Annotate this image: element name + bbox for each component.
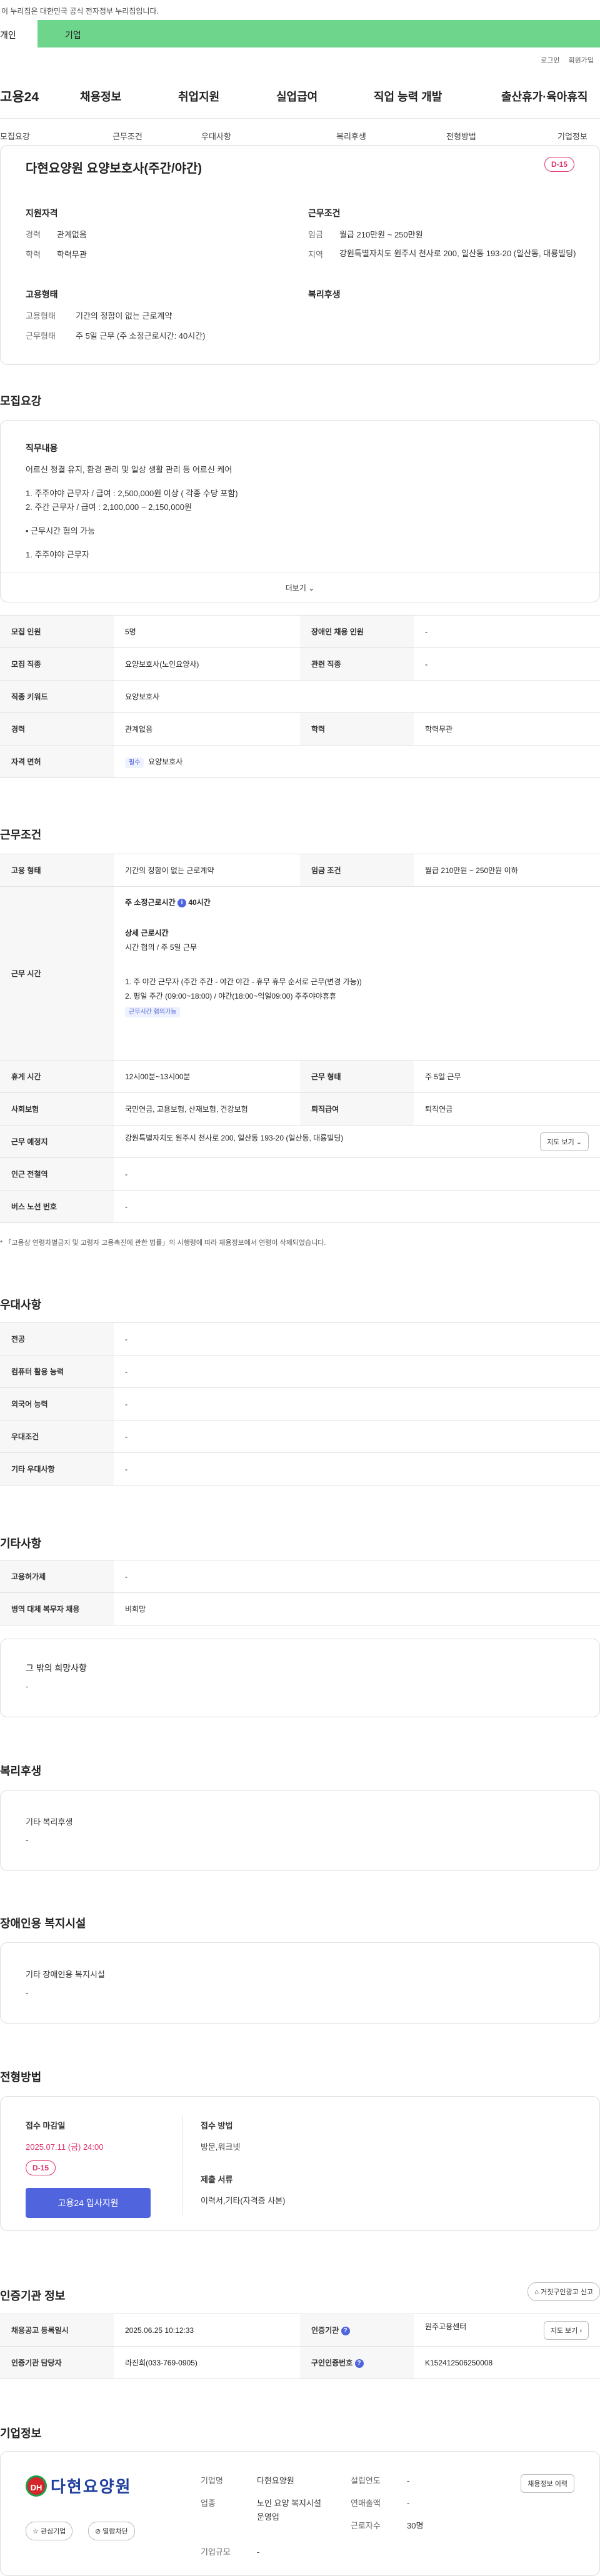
duty-line: 2. 주간 근무자 / 급여 : 2,100,000 ~ 2,150,000원 [26,502,192,512]
qual-edu: 학력 학력무관 [26,250,87,259]
agency-map-button[interactable]: 지도 보기 › [543,2320,589,2340]
disabled-box: 기타 장애인용 복지시설 - [0,1942,600,2024]
emp-type: 고용형태 기간의 정함이 없는 근로계약 [26,311,172,321]
job-summary-card: 다현요양원 요양보호사(주간/야간) D-15 지원자격 경력 관계없음 학력 학력… [0,145,600,365]
recruit-section-title: 모집요강 [0,395,42,407]
welfare-title: 복리후생 [308,289,341,299]
company-section-title: 기업정보 [0,2427,42,2440]
required-tag: 필수 [125,757,144,768]
menu-jobs[interactable]: 채용정보 [80,88,121,104]
user-type-tabs: 개인 기업 [0,20,600,47]
more-button[interactable]: 더보기 ⌄ [1,572,599,602]
cond-title: 근무조건 [308,208,341,218]
welfare-box: 기타 복리후생 - [0,1790,600,1871]
gov-banner: 이 누리집은 대한민국 공식 전자정부 누리집입니다. [1,7,159,16]
cond-wage: 임금 월급 210만원 ~ 250만원 [308,230,423,239]
block-button[interactable]: ⊘ 열람차단 [88,2522,135,2540]
tab-process[interactable]: 전형방법 [446,130,476,142]
fav-company-button[interactable]: ☆ 관심기업 [26,2522,73,2540]
company-card: DH 다현요양원 ☆ 관심기업 ⊘ 열람차단 기업명 다현요양원 업종 노인 요양 … [0,2451,600,2576]
signup-link[interactable]: 회원가입 [569,55,594,65]
info-icon[interactable]: i [177,898,186,907]
duty-line: 1. 주주야야 근무자 [26,550,89,559]
deadline: 2025.07.11 (금) 24:00 [26,2142,104,2152]
menu-leave[interactable]: 출산휴가·육아휴직 [501,88,588,104]
duty-title: 직무내용 [26,443,58,453]
tab-welfare[interactable]: 복리후생 [336,130,366,142]
duty-line: • 근무시간 협의 가능 [26,526,96,536]
job-title: 다현요양원 요양보호사(주간/야간) [26,162,202,176]
tab-preference[interactable]: 우대사항 [201,130,231,142]
company-logo: DH 다현요양원 [26,2474,132,2497]
negotiable-tag: 근무시간 협의가능 [125,1007,181,1017]
info-icon[interactable]: ? [341,2326,350,2335]
welfare-section-title: 복리후생 [0,1765,42,1777]
tab-company[interactable]: 기업 [38,20,600,47]
tab-recruit[interactable]: 모집요강 [0,130,30,142]
duty-line: 1. 주주야야 근무자 / 급여 : 2,500,000원 이상 ( 각종 수당… [26,489,238,498]
menu-unemployment[interactable]: 실업급여 [276,88,318,104]
etc-box: 그 밖의 희망사항 - [0,1639,600,1717]
etc-section-title: 기타사항 [0,1537,42,1550]
apply-button[interactable]: 고용24 입사지원 [26,2188,151,2218]
qual-career: 경력 관계없음 [26,230,87,239]
menu-training[interactable]: 직업 능력 개발 [374,88,442,104]
emp-title: 고용형태 [26,289,58,299]
agency-section-title: 인증기관 정보 [0,2290,66,2302]
process-dday: D-15 [26,2160,56,2175]
etc-table: 고용허가제 - 병역 대체 복무자 채용 비희망 [0,1560,600,1625]
global-nav: 고용24 채용정보 취업지원 실업급여 직업 능력 개발 출산휴가·육아휴직 [0,74,600,119]
agency-table: 채용공고 등록일시 2025.06.25 10:12:33 인증기관 ? 원주고용센터… [0,2314,600,2379]
dday-badge: D-15 [544,157,574,172]
report-button[interactable]: ⌂ 거짓구인광고 신고 [528,2282,600,2301]
conditions-table: 고용 형태 기간의 정함이 없는 근로계약 임금 조건 월급 210만원 ~ 250만… [0,854,600,1223]
map-button[interactable]: 지도 보기 ⌄ [540,1132,589,1151]
disabled-section-title: 장애인용 복지시설 [0,1917,86,1930]
tab-conditions[interactable]: 근무조건 [112,130,142,142]
recruit-table: 모집 인원 5명 장애인 채용 인원 - 모집 직종 요양보호사(노인요양사) 관련 직종… [0,615,600,778]
age-notice: * 「고용상 연령차별금지 및 고령자 고용촉진에 관한 법률」의 시행령에 따… [0,1239,326,1247]
site-logo[interactable]: 고용24 [0,87,80,106]
qual-title: 지원자격 [26,208,58,218]
conditions-section-title: 근무조건 [0,829,42,841]
menu-employment-support[interactable]: 취업지원 [178,88,219,104]
duty-line: 어르신 청결 유지, 환경 관리 및 일상 생활 관리 등 어르신 케어 [26,465,232,474]
pref-table: 전공 - 컴퓨터 활용 능력 - 외국어 능력 - 우대조건 - 기타 우대사항 - [0,1322,600,1485]
emp-form: 근무형태 주 5일 근무 (주 소정근로시간: 40시간) [26,331,206,341]
pref-section-title: 우대사항 [0,1299,42,1311]
process-section-title: 전형방법 [0,2071,42,2084]
process-card: 접수 마감일 2025.07.11 (금) 24:00 D-15 고용24 입사… [0,2096,600,2231]
tab-company[interactable]: 기업정보 [558,130,588,142]
login-link[interactable]: 로그인 [541,55,559,65]
info-icon[interactable]: ? [354,2359,364,2368]
hire-history-button[interactable]: 채용정보 이력 [521,2474,574,2493]
top-links: 로그인 회원가입 [541,55,594,65]
cond-area: 지역 강원특별자치도 원주시 천사로 200, 일산동 193-20 (일산동, … [308,249,576,259]
duty-card: 직무내용 어르신 청결 유지, 환경 관리 및 일상 생활 관리 등 어르신 케… [0,420,600,602]
tab-personal[interactable]: 개인 [0,20,38,47]
